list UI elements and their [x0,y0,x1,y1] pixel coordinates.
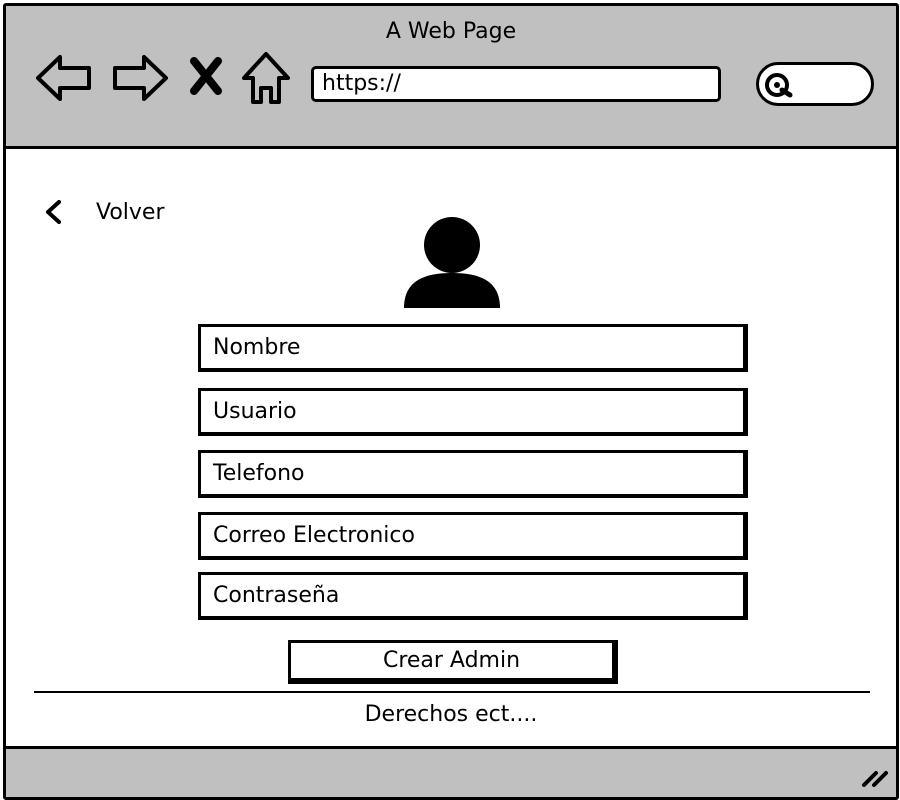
user-icon [402,211,502,315]
close-icon[interactable] [189,56,223,100]
url-field[interactable]: https:// [311,66,721,102]
footer-divider [34,691,870,693]
usuario-field[interactable]: Usuario [198,388,748,436]
back-label: Volver [96,199,165,225]
correo-field[interactable]: Correo Electronico [198,512,748,560]
arrow-right-icon[interactable] [110,52,170,108]
back-link[interactable]: Volver [44,199,165,225]
home-icon[interactable] [240,50,292,110]
crear-admin-button[interactable]: Crear Admin [288,640,618,684]
footer-text: Derechos ect.... [364,702,538,727]
browser-window: A Web Page https:// Volver Nombre Usuari… [3,3,899,800]
resize-grip-icon[interactable] [860,765,890,789]
search-icon [765,73,793,98]
contrasena-field[interactable]: Contraseña [198,572,748,620]
chevron-left-icon [46,200,61,224]
browser-search-box[interactable] [756,62,874,106]
window-title: A Web Page [385,19,517,44]
nombre-field[interactable]: Nombre [198,324,748,372]
status-bar [6,746,896,797]
telefono-field[interactable]: Telefono [198,450,748,498]
arrow-left-icon[interactable] [34,52,94,108]
browser-toolbar: A Web Page https:// [6,6,896,149]
